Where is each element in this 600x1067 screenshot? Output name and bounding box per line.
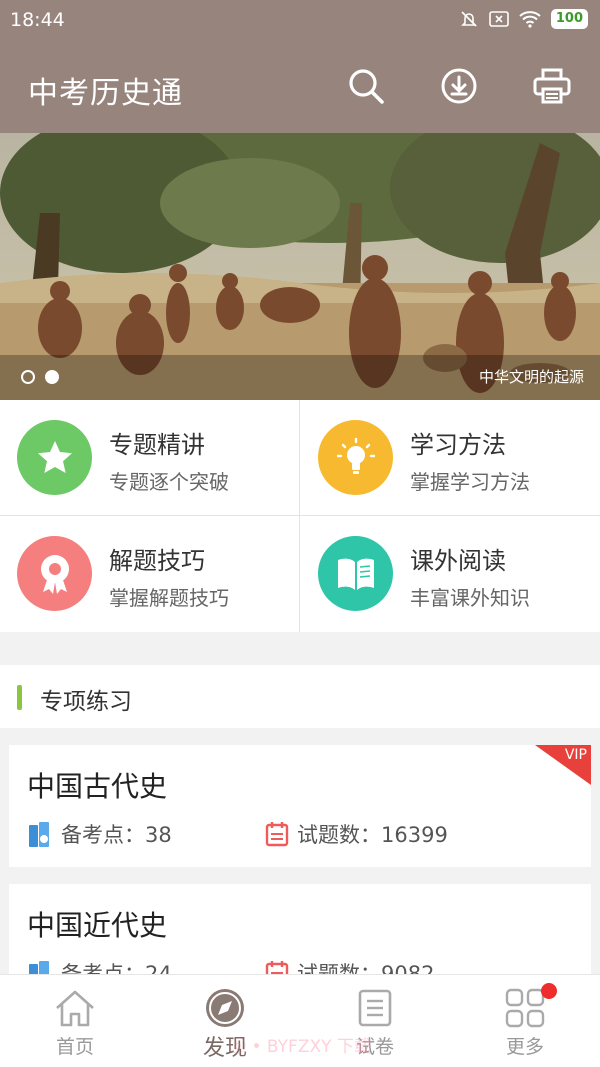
feature-subtitle: 掌握解题技巧 — [109, 586, 229, 610]
feature-title: 课外阅读 — [410, 547, 506, 575]
feature-subtitle: 专题逐个突破 — [109, 470, 229, 494]
print-button[interactable] — [530, 64, 574, 108]
search-button[interactable] — [344, 64, 388, 108]
paper-icon — [354, 987, 396, 1029]
feature-grid: 专题精讲 专题逐个突破 学习方法 掌握学习方法 解题技巧 掌握解题技巧 课外阅读… — [0, 400, 600, 632]
banner-carousel[interactable]: 中华文明的起源 — [0, 133, 600, 400]
course-points-label: 备考点：38 — [61, 823, 172, 847]
watermark: ⓑ • BYFZXY 下载 — [229, 1037, 371, 1057]
feature-subtitle: 掌握学习方法 — [410, 470, 530, 494]
banner-image — [0, 133, 600, 400]
vip-label: VIP — [564, 747, 587, 763]
status-bar: 18:44 100 — [0, 0, 600, 40]
feature-topic-lectures[interactable]: 专题精讲 专题逐个突破 — [0, 400, 299, 515]
course-title: 中国近代史 — [27, 909, 168, 942]
award-icon — [40, 554, 69, 594]
lightbulb-icon — [336, 437, 375, 474]
carousel-indicator — [21, 370, 59, 384]
feature-icon-circle — [17, 420, 92, 495]
section-title: 专项练习 — [40, 689, 132, 715]
star-icon — [37, 440, 72, 473]
mute-icon — [460, 11, 477, 27]
feature-extra-reading[interactable]: 课外阅读 丰富课外知识 — [301, 516, 600, 631]
carousel-dot[interactable] — [21, 370, 35, 384]
print-icon — [533, 68, 571, 104]
feature-title: 解题技巧 — [109, 547, 205, 575]
course-title: 中国古代史 — [27, 770, 168, 803]
feature-icon-circle — [318, 536, 393, 611]
app-bar: 中考历史通 — [0, 40, 600, 133]
notification-badge — [541, 983, 557, 999]
status-time: 18:44 — [10, 9, 65, 31]
feature-solving-tips[interactable]: 解题技巧 掌握解题技巧 — [0, 516, 299, 631]
grid-divider — [0, 515, 600, 516]
status-icons: 100 — [459, 9, 588, 29]
compass-icon — [204, 987, 246, 1029]
course-points: 备考点：38 — [27, 819, 172, 849]
download-icon — [441, 68, 477, 104]
banner-caption: 中华文明的起源 — [478, 368, 584, 386]
book-icon — [337, 558, 374, 590]
feature-title: 专题精讲 — [109, 431, 205, 459]
feature-icon-circle — [17, 536, 92, 611]
download-button[interactable] — [437, 64, 481, 108]
section-header: 专项练习 — [0, 665, 600, 728]
section-accent-bar — [17, 685, 22, 710]
feature-icon-circle — [318, 420, 393, 495]
feature-title: 学习方法 — [410, 431, 506, 459]
calendar-icon — [265, 822, 289, 847]
course-questions: 试题数：16399 — [265, 819, 448, 849]
grid-divider — [299, 400, 300, 632]
battery-indicator: 100 — [550, 9, 588, 29]
feature-study-methods[interactable]: 学习方法 掌握学习方法 — [301, 400, 600, 515]
feature-subtitle: 丰富课外知识 — [410, 586, 530, 610]
carousel-dot-active[interactable] — [45, 370, 59, 384]
home-icon — [54, 987, 96, 1029]
sim-off-icon — [489, 11, 509, 27]
grid-icon — [504, 987, 546, 1029]
course-card-ancient[interactable]: VIP 中国古代史 备考点：38 试题数：16399 — [9, 745, 591, 867]
app-title: 中考历史通 — [28, 76, 183, 111]
search-icon — [349, 69, 384, 104]
course-questions-label: 试题数：16399 — [297, 823, 448, 847]
books-icon — [29, 822, 49, 847]
wifi-icon — [519, 11, 541, 28]
